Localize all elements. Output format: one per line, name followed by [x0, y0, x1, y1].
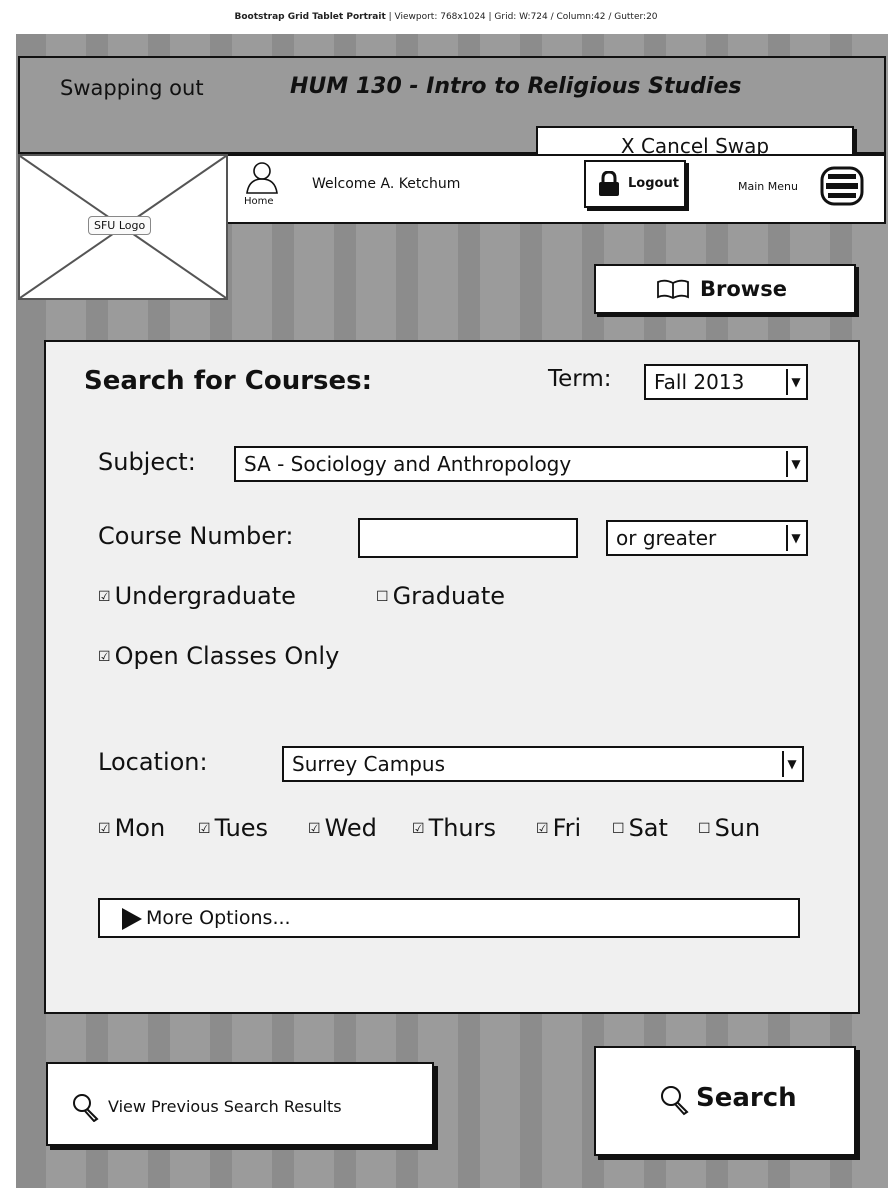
term-label: Term: — [548, 366, 612, 392]
checkbox-unchecked-icon: ☐ — [376, 589, 389, 605]
day-checkbox-fri[interactable]: ☑ Fri — [536, 814, 581, 842]
day-checkbox-mon[interactable]: ☑ Mon — [98, 814, 165, 842]
search-panel: Search for Courses: Term: Fall 2013 ▼ Su… — [44, 340, 860, 1014]
chevron-down-icon: ▼ — [786, 369, 804, 395]
chevron-down-icon: ▼ — [782, 751, 800, 777]
view-previous-results-label: View Previous Search Results — [108, 1097, 342, 1116]
search-button[interactable]: Search — [594, 1046, 856, 1156]
logo-placeholder: SFU Logo — [18, 154, 228, 300]
home-link[interactable]: Home — [244, 196, 274, 207]
location-label: Location: — [98, 748, 208, 776]
day-label: Sun — [714, 814, 761, 842]
checkbox-unchecked-icon: ☐ — [698, 821, 711, 837]
grid-caption-details: | Viewport: 768x1024 | Grid: W:724 / Col… — [385, 12, 658, 22]
open-classes-label: Open Classes Only — [114, 642, 340, 670]
graduate-checkbox[interactable]: ☐ Graduate — [376, 582, 505, 610]
subject-select[interactable]: SA - Sociology and Anthropology ▼ — [234, 446, 808, 482]
course-number-label: Course Number: — [98, 522, 294, 550]
course-number-input[interactable] — [358, 518, 578, 558]
location-value: Surrey Campus — [292, 752, 446, 776]
swap-course-title: HUM 130 - Intro to Religious Studies — [290, 74, 742, 99]
open-classes-checkbox[interactable]: ☑ Open Classes Only — [98, 642, 339, 670]
main-menu-label: Main Menu — [738, 180, 798, 193]
day-label: Fri — [552, 814, 582, 842]
course-number-qualifier-select[interactable]: or greater ▼ — [606, 520, 808, 556]
grid-caption-title: Bootstrap Grid Tablet Portrait — [234, 12, 386, 22]
term-value: Fall 2013 — [654, 370, 745, 394]
book-icon — [657, 279, 689, 300]
logout-label: Logout — [628, 176, 679, 191]
menu-icon[interactable] — [820, 166, 864, 210]
graduate-label: Graduate — [392, 582, 506, 610]
day-checkbox-sun[interactable]: ☐ Sun — [698, 814, 760, 842]
play-icon — [122, 908, 142, 930]
checkbox-checked-icon: ☑ — [198, 821, 211, 837]
day-checkbox-wed[interactable]: ☑ Wed — [308, 814, 377, 842]
checkbox-checked-icon: ☑ — [98, 821, 111, 837]
chevron-down-icon: ▼ — [786, 525, 804, 551]
day-checkbox-sat[interactable]: ☐ Sat — [612, 814, 668, 842]
day-checkbox-thurs[interactable]: ☑ Thurs — [412, 814, 496, 842]
subject-value: SA - Sociology and Anthropology — [244, 452, 572, 476]
more-options-label: More Options... — [146, 907, 291, 929]
checkbox-checked-icon: ☑ — [536, 821, 549, 837]
chevron-down-icon: ▼ — [786, 451, 804, 477]
search-label: Search — [696, 1083, 797, 1113]
view-previous-results-button[interactable]: View Previous Search Results — [46, 1062, 434, 1146]
day-label: Tues — [214, 814, 269, 842]
day-label: Mon — [114, 814, 166, 842]
term-select[interactable]: Fall 2013 ▼ — [644, 364, 808, 400]
undergraduate-checkbox[interactable]: ☑ Undergraduate — [98, 582, 296, 610]
day-label: Wed — [324, 814, 377, 842]
more-options-toggle[interactable]: More Options... — [98, 898, 800, 938]
user-icon[interactable] — [244, 162, 280, 198]
welcome-text: Welcome A. Ketchum — [312, 176, 461, 192]
undergraduate-label: Undergraduate — [114, 582, 296, 610]
checkbox-checked-icon: ☑ — [308, 821, 321, 837]
swap-label: Swapping out — [60, 76, 204, 100]
browse-label: Browse — [700, 277, 787, 301]
browse-button[interactable]: Browse — [594, 264, 856, 314]
location-select[interactable]: Surrey Campus ▼ — [282, 746, 804, 782]
checkbox-checked-icon: ☑ — [98, 649, 111, 665]
day-label: Thurs — [428, 814, 497, 842]
grid-caption: Bootstrap Grid Tablet Portrait | Viewpor… — [0, 0, 892, 34]
day-label: Sat — [628, 814, 668, 842]
checkbox-checked-icon: ☑ — [98, 589, 111, 605]
search-icon — [661, 1086, 689, 1116]
subject-label: Subject: — [98, 448, 196, 476]
checkbox-unchecked-icon: ☐ — [612, 821, 625, 837]
search-title: Search for Courses: — [84, 366, 373, 396]
logout-button[interactable]: Logout — [584, 160, 686, 208]
lock-icon — [599, 171, 619, 196]
search-icon — [73, 1094, 99, 1122]
checkbox-checked-icon: ☑ — [412, 821, 425, 837]
logo-label: SFU Logo — [88, 216, 152, 235]
qualifier-value: or greater — [616, 526, 717, 550]
swap-bar: Swapping out HUM 130 - Intro to Religiou… — [18, 56, 886, 166]
day-checkbox-tues[interactable]: ☑ Tues — [198, 814, 268, 842]
app-frame: Swapping out HUM 130 - Intro to Religiou… — [16, 34, 888, 1188]
